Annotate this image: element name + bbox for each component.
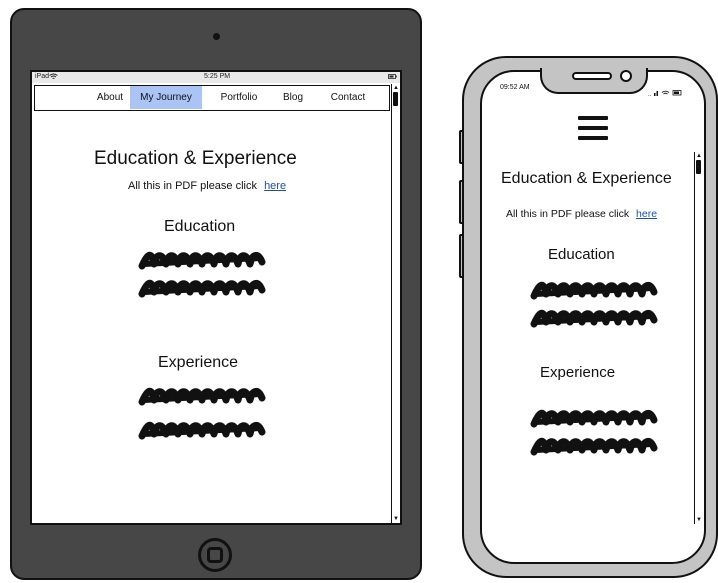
education-scribble-2 [138,278,270,300]
page-title: Education & Experience [94,148,297,169]
phone-page-title: Education & Experience [501,170,672,187]
device-label: iPad [35,73,50,80]
pdf-link[interactable]: here [264,180,286,192]
phone-screen: 09:52 AM .. Education & Experience All t… [480,70,706,564]
nav-about[interactable]: About [89,86,131,109]
phone-pdf-text: All this in PDF please click here [506,208,658,220]
phone-experience-scribble-1 [530,408,662,430]
phone-status-time: 09:52 AM [500,84,530,91]
phone-experience-scribble-2 [530,436,662,458]
scroll-thumb[interactable] [393,92,398,106]
tablet-status-bar: iPad 5:25 PM [32,72,400,83]
wifi-icon [49,73,58,82]
tablet-camera [213,33,220,40]
hamburger-icon[interactable] [578,116,608,142]
tablet-scrollbar[interactable]: ▲ ▼ [391,84,400,523]
phone-scrollbar[interactable]: ▲ ▼ [694,152,704,524]
battery-icon [388,74,397,81]
experience-scribble-2 [138,420,270,442]
phone-camera [620,70,632,82]
home-icon [207,547,223,563]
status-time: 5:25 PM [204,73,231,80]
phone-scroll-down-icon[interactable]: ▼ [695,516,703,524]
education-scribble-1 [138,250,270,272]
pdf-text: All this in PDF please click here [128,180,287,192]
tablet-screen: iPad 5:25 PM About My Journey Portfolio … [30,70,402,525]
experience-heading: Experience [158,354,239,371]
phone-education-scribble-1 [530,280,662,302]
svg-text:..: .. [648,92,652,97]
phone-education-scribble-2 [530,308,662,330]
nav-portfolio[interactable]: Portfolio [215,86,263,109]
phone-scroll-up-icon[interactable]: ▲ [695,152,703,160]
nav-my-journey[interactable]: My Journey [130,86,202,109]
scroll-down-icon[interactable]: ▼ [392,515,400,523]
phone-education-heading: Education [548,246,615,263]
education-heading: Education [164,218,236,235]
nav-blog[interactable]: Blog [275,86,311,109]
phone-experience-heading: Experience [540,364,616,381]
phone-pdf-link[interactable]: here [636,208,657,220]
phone-status-icons: .. [648,84,688,102]
phone-scroll-thumb[interactable] [696,160,701,174]
experience-scribble-1 [138,386,270,408]
phone-speaker [572,72,612,80]
scroll-up-icon[interactable]: ▲ [392,84,400,92]
top-nav: About My Journey Portfolio Blog Contact [34,85,390,111]
nav-contact[interactable]: Contact [323,86,373,109]
